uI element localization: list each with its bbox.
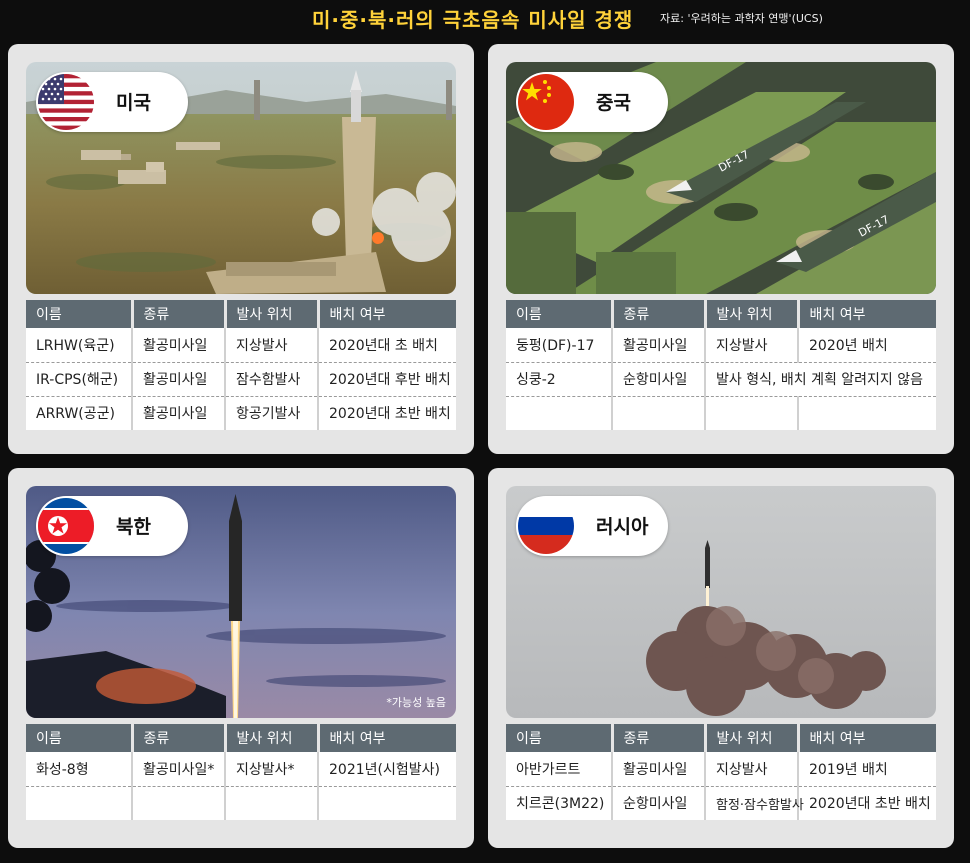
table-header-row: 이름 종류 발사 위치 배치 여부 [506, 300, 936, 328]
column-header: 배치 여부 [318, 300, 456, 328]
table-cell: 2020년대 초 배치 [318, 328, 456, 363]
us-missile-photo: 미국 [26, 62, 456, 294]
table-cell-empty [132, 786, 226, 820]
table-cell: 활공미사일* [132, 752, 226, 787]
column-header: 종류 [612, 724, 707, 752]
column-header: 이름 [26, 724, 134, 752]
table-row: ARRW(공군) 활공미사일 항공기발사 2020년대 초반 배치 [26, 396, 456, 430]
table-cell: 함정·잠수함발사 [705, 786, 804, 820]
table-cell-empty [798, 396, 936, 430]
table-cell: 발사 형식, 배치 계획 알려지지 않음 [705, 362, 936, 397]
table-row: 싱쿵-2 순항미사일 발사 형식, 배치 계획 알려지지 않음 [506, 362, 936, 397]
table-cell: 싱쿵-2 [506, 362, 613, 397]
column-header: 종류 [132, 300, 227, 328]
column-header: 발사 위치 [225, 724, 320, 752]
column-header: 발사 위치 [705, 724, 800, 752]
north-korea-flag-icon [38, 498, 94, 554]
table-cell: ARRW(공군) [26, 396, 133, 430]
country-label-north-korea: 북한 [36, 496, 188, 556]
country-label-china: 중국 [516, 72, 668, 132]
table-row: 아반가르트 활공미사일 지상발사 2019년 배치 [506, 752, 936, 787]
table-cell: LRHW(육군) [26, 328, 133, 363]
table-cell: 2020년 배치 [798, 328, 936, 363]
table-cell: 아반가르트 [506, 752, 613, 787]
country-name: 미국 [116, 92, 151, 114]
column-header: 배치 여부 [798, 300, 936, 328]
table-cell: 활공미사일 [132, 362, 226, 397]
column-header: 배치 여부 [798, 724, 936, 752]
column-header: 종류 [612, 300, 707, 328]
table-header-row: 이름 종류 발사 위치 배치 여부 [506, 724, 936, 752]
table-row [506, 396, 936, 430]
missile-table-russia: 이름 종류 발사 위치 배치 여부 아반가르트 활공미사일 지상발사 2019년… [506, 724, 936, 820]
table-cell: 치르콘(3M22) [506, 786, 613, 820]
table-row: LRHW(육군) 활공미사일 지상발사 2020년대 초 배치 [26, 328, 456, 363]
table-header-row: 이름 종류 발사 위치 배치 여부 [26, 300, 456, 328]
table-cell: 활공미사일 [132, 328, 226, 363]
table-cell-empty [318, 786, 456, 820]
column-header: 이름 [506, 724, 614, 752]
column-header: 종류 [132, 724, 227, 752]
table-cell: 2019년 배치 [798, 752, 936, 787]
column-header: 이름 [26, 300, 134, 328]
table-row [26, 786, 456, 820]
column-header: 발사 위치 [705, 300, 800, 328]
missile-table-china: 이름 종류 발사 위치 배치 여부 둥펑(DF)-17 활공미사일 지상발사 2… [506, 300, 936, 430]
china-missile-photo: DF-17 DF-17 중국 [506, 62, 936, 294]
table-cell-empty [26, 786, 133, 820]
table-cell: IR-CPS(해군) [26, 362, 133, 397]
table-cell: 2020년대 초반 배치 [798, 786, 936, 820]
table-cell: 항공기발사 [225, 396, 319, 430]
russia-missile-photo: 러시아 [506, 486, 936, 718]
us-flag-icon [38, 74, 94, 130]
country-label-us: 미국 [36, 72, 188, 132]
nk-missile-photo: 북한 *가능성 높음 [26, 486, 456, 718]
missile-table-north-korea: 이름 종류 발사 위치 배치 여부 화성-8형 활공미사일* 지상발사* 202… [26, 724, 456, 820]
column-header: 발사 위치 [225, 300, 320, 328]
table-cell: 2020년대 초반 배치 [318, 396, 456, 430]
table-row: IR-CPS(해군) 활공미사일 잠수함발사 2020년대 후반 배치 [26, 362, 456, 397]
table-cell: 순항미사일 [612, 362, 706, 397]
table-cell-empty [705, 396, 799, 430]
table-cell: 순항미사일 [612, 786, 706, 820]
table-row: 화성-8형 활공미사일* 지상발사* 2021년(시험발사) [26, 752, 456, 787]
table-cell: 활공미사일 [612, 328, 706, 363]
card-russia: 러시아 이름 종류 발사 위치 배치 여부 아반가르트 활공미사일 지상발사 2… [488, 468, 954, 848]
table-row: 둥펑(DF)-17 활공미사일 지상발사 2020년 배치 [506, 328, 936, 363]
table-cell: 2021년(시험발사) [318, 752, 456, 787]
country-name: 중국 [596, 92, 631, 114]
country-label-russia: 러시아 [516, 496, 668, 556]
russia-flag-icon [518, 498, 574, 554]
table-cell-empty [506, 396, 613, 430]
china-flag-icon [518, 74, 574, 130]
missile-table-us: 이름 종류 발사 위치 배치 여부 LRHW(육군) 활공미사일 지상발사 20… [26, 300, 456, 430]
table-cell: 둥펑(DF)-17 [506, 328, 613, 363]
table-cell: 지상발사 [705, 328, 799, 363]
table-header-row: 이름 종류 발사 위치 배치 여부 [26, 724, 456, 752]
country-name: 북한 [116, 516, 151, 538]
source-credit: 자료: '우려하는 과학자 연맹'(UCS) [660, 12, 823, 25]
table-cell-empty [225, 786, 319, 820]
table-cell-empty [612, 396, 706, 430]
column-header: 이름 [506, 300, 614, 328]
table-cell: 지상발사 [705, 752, 799, 787]
photo-footnote: *가능성 높음 [386, 696, 446, 709]
table-cell: 활공미사일 [612, 752, 706, 787]
table-cell: 지상발사* [225, 752, 319, 787]
table-cell: 지상발사 [225, 328, 319, 363]
page-title: 미·중·북·러의 극초음속 미사일 경쟁 [312, 8, 634, 32]
card-usa: 미국 이름 종류 발사 위치 배치 여부 LRHW(육군) 활공미사일 지상발사… [8, 44, 474, 454]
table-cell: 잠수함발사 [225, 362, 319, 397]
card-china: DF-17 DF-17 중국 이름 종류 발사 위치 배치 여부 둥펑(DF)-… [488, 44, 954, 454]
country-name: 러시아 [596, 516, 649, 538]
table-row: 치르콘(3M22) 순항미사일 함정·잠수함발사 2020년대 초반 배치 [506, 786, 936, 820]
column-header: 배치 여부 [318, 724, 456, 752]
header: 미·중·북·러의 극초음속 미사일 경쟁 자료: '우려하는 과학자 연맹'(U… [0, 0, 970, 36]
card-north-korea: 북한 *가능성 높음 이름 종류 발사 위치 배치 여부 화성-8형 활공미사일… [8, 468, 474, 848]
table-cell: 화성-8형 [26, 752, 133, 787]
table-cell: 활공미사일 [132, 396, 226, 430]
table-cell: 2020년대 후반 배치 [318, 362, 456, 397]
